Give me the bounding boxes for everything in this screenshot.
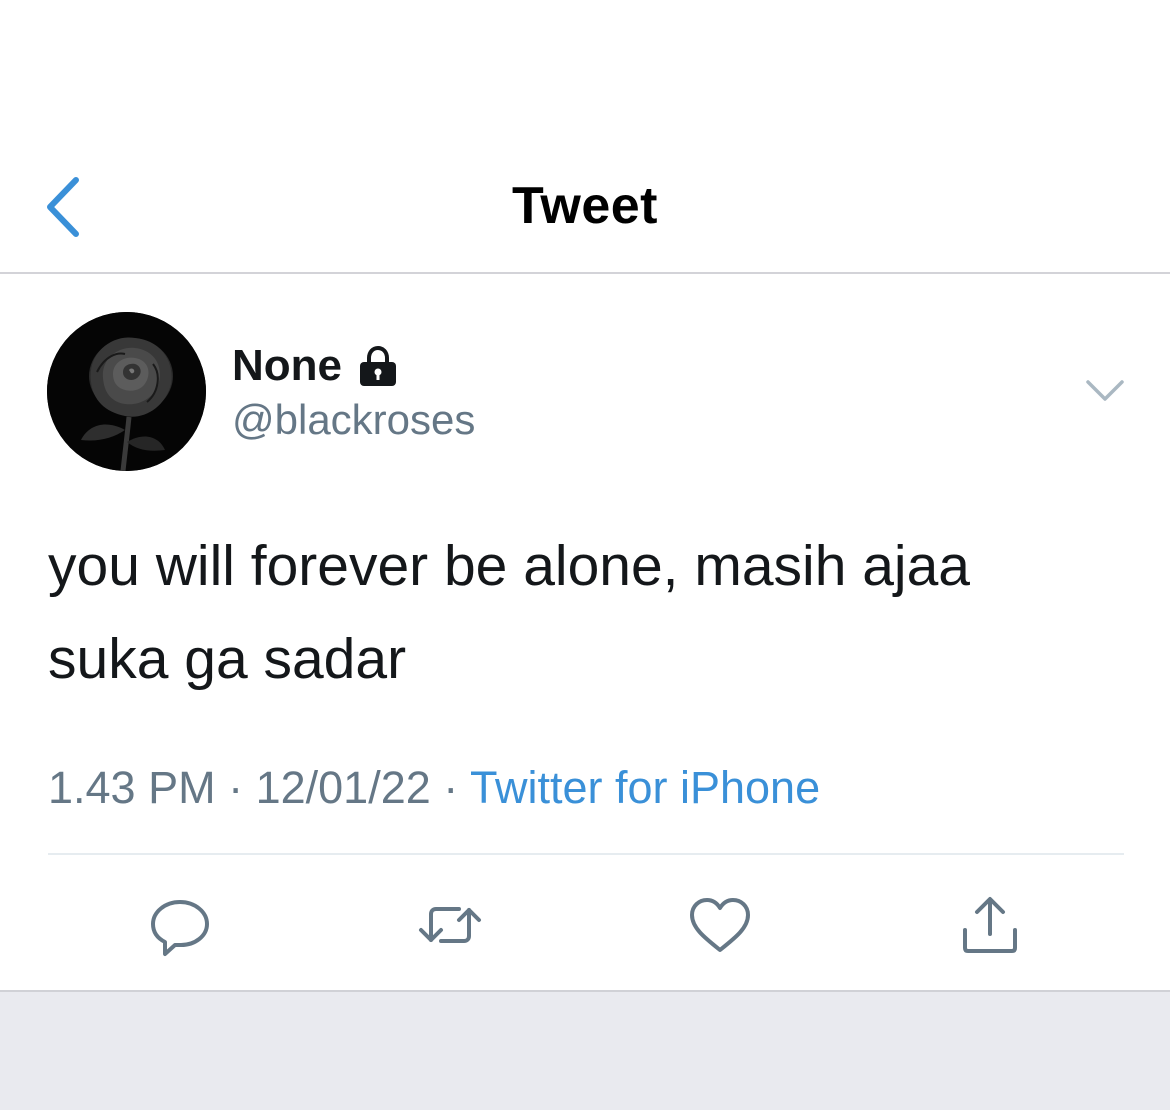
user-handle[interactable]: @blackroses <box>232 396 475 444</box>
lock-icon <box>356 344 400 388</box>
tweet-metadata: 1.43 PM · 12/01/22 · Twitter for iPhone <box>48 762 820 814</box>
page-title: Tweet <box>511 177 658 235</box>
meta-separator: · <box>430 762 470 813</box>
background-area <box>0 990 1170 1110</box>
like-button[interactable] <box>685 890 755 960</box>
tweet-time: 1.43 PM <box>48 762 216 813</box>
divider <box>48 853 1124 855</box>
black-rose-avatar-image <box>47 312 206 471</box>
retweet-icon <box>419 907 481 943</box>
display-name[interactable]: None <box>232 341 342 391</box>
reply-button[interactable] <box>145 890 215 960</box>
meta-separator: · <box>215 762 256 813</box>
tweet-actions-bar <box>0 880 1170 970</box>
tweet-text: you will forever be alone, masih ajaa su… <box>48 534 970 691</box>
more-options-button[interactable] <box>1082 372 1128 408</box>
navigation-bar: Tweet <box>0 0 1170 274</box>
chevron-down-icon <box>1086 380 1124 401</box>
share-button[interactable] <box>955 890 1025 960</box>
tweet-source-link[interactable]: Twitter for iPhone <box>470 762 820 813</box>
reply-icon <box>151 900 209 956</box>
retweet-button[interactable] <box>415 890 485 960</box>
share-icon <box>963 897 1017 953</box>
tweet-date: 12/01/22 <box>255 762 431 813</box>
author-name-row[interactable]: None <box>232 336 400 396</box>
avatar[interactable] <box>47 312 206 471</box>
heart-icon <box>690 898 750 952</box>
